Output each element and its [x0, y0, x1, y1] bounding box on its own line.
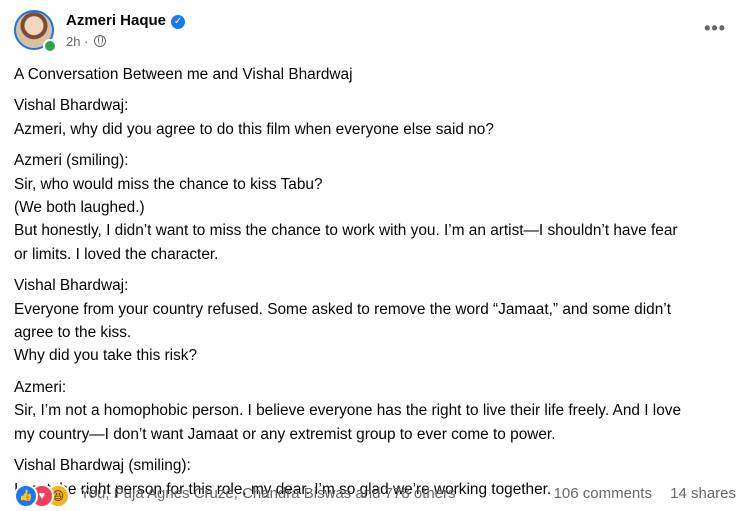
author-name[interactable]: Azmeri Haque: [66, 12, 166, 29]
post-text-line: or limits. I loved the character.: [14, 245, 219, 263]
reaction-icons[interactable]: 👍 ♥ 😆: [14, 483, 84, 508]
post-text-line: my country—I don’t want Jamaat or any ex…: [14, 425, 556, 443]
post-text-line: Vishal Bhardwaj:: [14, 277, 129, 295]
post-stats: 106 comments 14 shares: [540, 485, 736, 502]
post-text-line: Everyone from your country refused. Some…: [14, 300, 671, 318]
comments-count[interactable]: 106 comments: [554, 485, 652, 502]
post-text-line: (We both laughed.): [14, 199, 145, 217]
facebook-post: Azmeri Haque ✓ 2h · ••• A Conversation Be…: [0, 0, 748, 511]
post-text-line: But honestly, I didn’t want to miss the …: [14, 222, 678, 240]
more-options-icon[interactable]: •••: [704, 18, 726, 39]
post-text-line: Azmeri:: [14, 378, 67, 396]
reaction-names[interactable]: You, Puja Agnes Cruze, Chandra Biswas an…: [80, 485, 456, 502]
post-text-line: Azmeri, why did you agree to do this fil…: [14, 120, 494, 138]
post-text-line: Vishal Bhardwaj:: [14, 97, 129, 115]
author-name-row: Azmeri Haque ✓: [66, 12, 186, 29]
online-status-icon: [43, 39, 57, 53]
verified-badge-icon: ✓: [171, 15, 186, 29]
post-text-line: Azmeri (smiling):: [14, 152, 129, 170]
post-meta: 2h ·: [66, 34, 107, 49]
post-text-line: Vishal Bhardwaj (smiling):: [14, 457, 191, 475]
post-text-line: Sir, who would miss the chance to kiss T…: [14, 175, 323, 193]
post-body: A Conversation Between me and Vishal Bha…: [14, 63, 736, 501]
post-footer: 👍 ♥ 😆 You, Puja Agnes Cruze, Chandra Bis…: [14, 483, 736, 508]
meta-separator: ·: [84, 34, 89, 49]
post-text-line: Why did you take this risk?: [14, 347, 198, 365]
post-header: Azmeri Haque ✓ 2h · •••: [14, 10, 734, 54]
globe-icon[interactable]: [94, 35, 107, 47]
shares-count[interactable]: 14 shares: [670, 485, 736, 502]
post-text-line: A Conversation Between me and Vishal Bha…: [14, 66, 353, 83]
post-text-line: agree to the kiss.: [14, 324, 132, 342]
like-icon: 👍: [14, 484, 38, 508]
post-time[interactable]: 2h: [66, 34, 80, 49]
post-text-line: Sir, I’m not a homophobic person. I beli…: [14, 402, 682, 420]
